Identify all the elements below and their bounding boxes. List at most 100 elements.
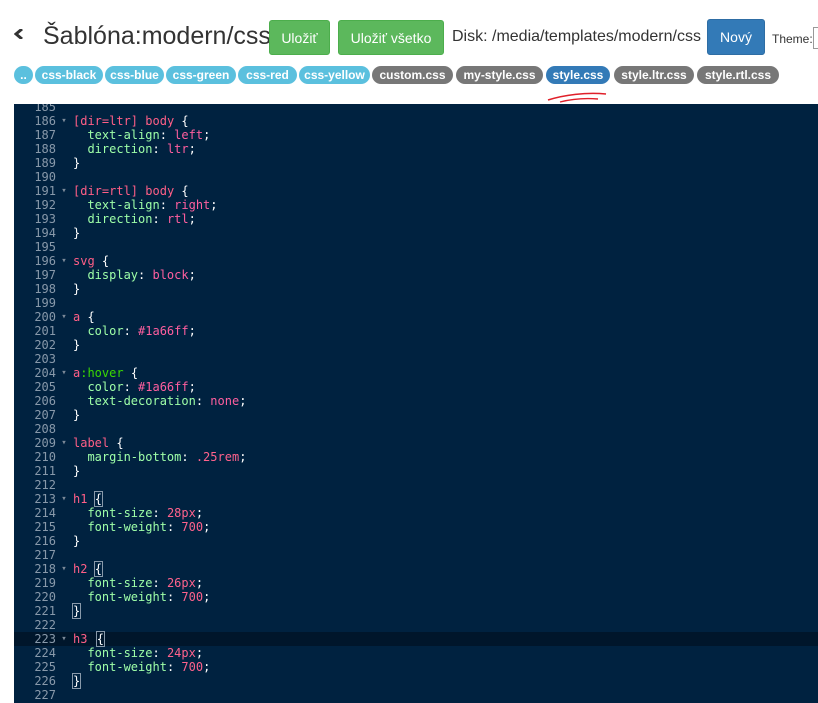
code-line[interactable]: 214 font-size: 28px; [14,506,818,520]
code-line[interactable]: 203 [14,352,818,366]
code-line[interactable]: 224 font-size: 24px; [14,646,818,660]
fold-arrow-icon[interactable]: ▾ [59,310,69,324]
line-number: 225 [34,660,56,674]
file-tag-style-ltr-css[interactable]: style.ltr.css [614,66,694,84]
theme-select[interactable] [813,27,818,49]
code-line[interactable]: 204 ▾ a:hover { [14,366,818,380]
file-tag-custom-css[interactable]: custom.css [372,66,453,84]
fold-arrow-icon[interactable]: ▾ [59,114,69,128]
file-tag-css-red[interactable]: css-red [238,66,297,84]
code-line[interactable]: 222 [14,618,818,632]
code-line[interactable]: 188 direction: ltr; [14,142,818,156]
new-button[interactable]: Nový [707,19,765,55]
code-text: text-align: right; [73,198,217,212]
code-token: color [87,380,124,394]
code-line[interactable]: 198} [14,282,818,296]
code-line[interactable]: 211} [14,464,818,478]
code-editor[interactable]: 185 186 ▾ [dir=ltr] body {187 text-align: l… [14,104,818,703]
line-number: 204 [34,366,56,380]
code-text: } [73,408,80,422]
code-line[interactable]: 200 ▾ a { [14,310,818,324]
save-all-button[interactable]: Uložiť všetko [338,20,444,55]
fold-arrow-icon[interactable]: ▾ [59,254,69,268]
code-line[interactable]: 187 text-align: left; [14,128,818,142]
code-line[interactable]: 223 ▾ h3 { [14,631,818,647]
code-token: ; [203,590,211,604]
line-number: 210 [34,450,56,464]
fold-arrow-icon[interactable]: ▾ [59,492,69,506]
code-token: : [166,520,182,534]
fold-arrow-icon[interactable]: ▾ [59,436,69,450]
code-line[interactable]: 213 ▾ h1 { [14,491,818,507]
code-line[interactable]: 202} [14,338,818,352]
line-number: 212 [34,478,56,492]
code-token: { [109,436,124,450]
back-chevron-icon[interactable] [14,29,24,39]
line-number: 209 [34,436,56,450]
code-token: font-size [87,576,153,590]
file-tag-my-style-css[interactable]: my-style.css [456,66,543,84]
code-line[interactable]: 197 display: block; [14,268,818,282]
code-line[interactable]: 207} [14,408,818,422]
fold-arrow-icon[interactable]: ▾ [59,366,69,380]
file-tag-style-css[interactable]: style.css [546,66,610,84]
code-line[interactable]: 212 [14,478,818,492]
code-token: { [95,631,105,647]
code-text: font-weight: 700; [73,520,210,534]
code-line[interactable]: 215 font-weight: 700; [14,520,818,534]
code-token: : [152,506,167,520]
code-token: #1a66ff [138,380,189,394]
code-line[interactable]: 219 font-size: 26px; [14,576,818,590]
line-number: 187 [34,128,56,142]
code-line[interactable]: 194} [14,226,818,240]
save-button[interactable]: Uložiť [269,20,330,55]
code-line[interactable]: 225 font-weight: 700; [14,660,818,674]
fold-arrow-icon[interactable]: ▾ [59,562,69,576]
file-tag-parent[interactable]: .. [14,66,33,84]
code-line[interactable]: 209 ▾ label { [14,436,818,450]
line-number: 199 [34,296,56,310]
code-line[interactable]: 226} [14,673,818,689]
code-line[interactable]: 208 [14,422,818,436]
code-line[interactable]: 218 ▾ h2 { [14,561,818,577]
fold-arrow-icon[interactable]: ▾ [59,632,69,646]
code-line[interactable]: 205 color: #1a66ff; [14,380,818,394]
file-tag-css-yellow[interactable]: css-yellow [299,66,370,84]
code-line[interactable]: 192 text-align: right; [14,198,818,212]
code-line[interactable]: 217 [14,548,818,562]
code-line[interactable]: 186 ▾ [dir=ltr] body { [14,114,818,128]
code-line[interactable]: 193 direction: rtl; [14,212,818,226]
line-number: 208 [34,422,56,436]
code-line[interactable]: 206 text-decoration: none; [14,394,818,408]
code-token: ; [203,520,211,534]
code-text: } [73,464,80,478]
code-line[interactable]: 185 [14,104,818,114]
code-line[interactable]: 210 margin-bottom: .25rem; [14,450,818,464]
code-line[interactable]: 191 ▾ [dir=rtl] body { [14,184,818,198]
file-tag-style-rtl-css[interactable]: style.rtl.css [697,66,779,84]
code-line[interactable]: 221} [14,603,818,619]
code-line[interactable]: 189} [14,156,818,170]
line-number: 221 [34,604,56,618]
file-tag-css-black[interactable]: css-black [35,66,103,84]
code-token: font-weight [87,660,167,674]
line-number: 198 [34,282,56,296]
code-line[interactable]: 227 [14,688,818,702]
file-tag-css-blue[interactable]: css-blue [105,66,164,84]
code-line[interactable]: 196 ▾ svg { [14,254,818,268]
code-line[interactable]: 190 [14,170,818,184]
code-line[interactable]: 216} [14,534,818,548]
code-token: { [93,561,103,577]
code-line[interactable]: 195 [14,240,818,254]
code-token: } [73,534,81,548]
fold-arrow-icon[interactable]: ▾ [59,184,69,198]
code-line[interactable]: 199 [14,296,818,310]
code-token: : [159,198,175,212]
file-tag-css-green[interactable]: css-green [166,66,236,84]
code-token: { [94,254,110,268]
code-line[interactable]: 201 color: #1a66ff; [14,324,818,338]
code-line[interactable]: 220 font-weight: 700; [14,590,818,604]
line-number: 216 [34,534,56,548]
